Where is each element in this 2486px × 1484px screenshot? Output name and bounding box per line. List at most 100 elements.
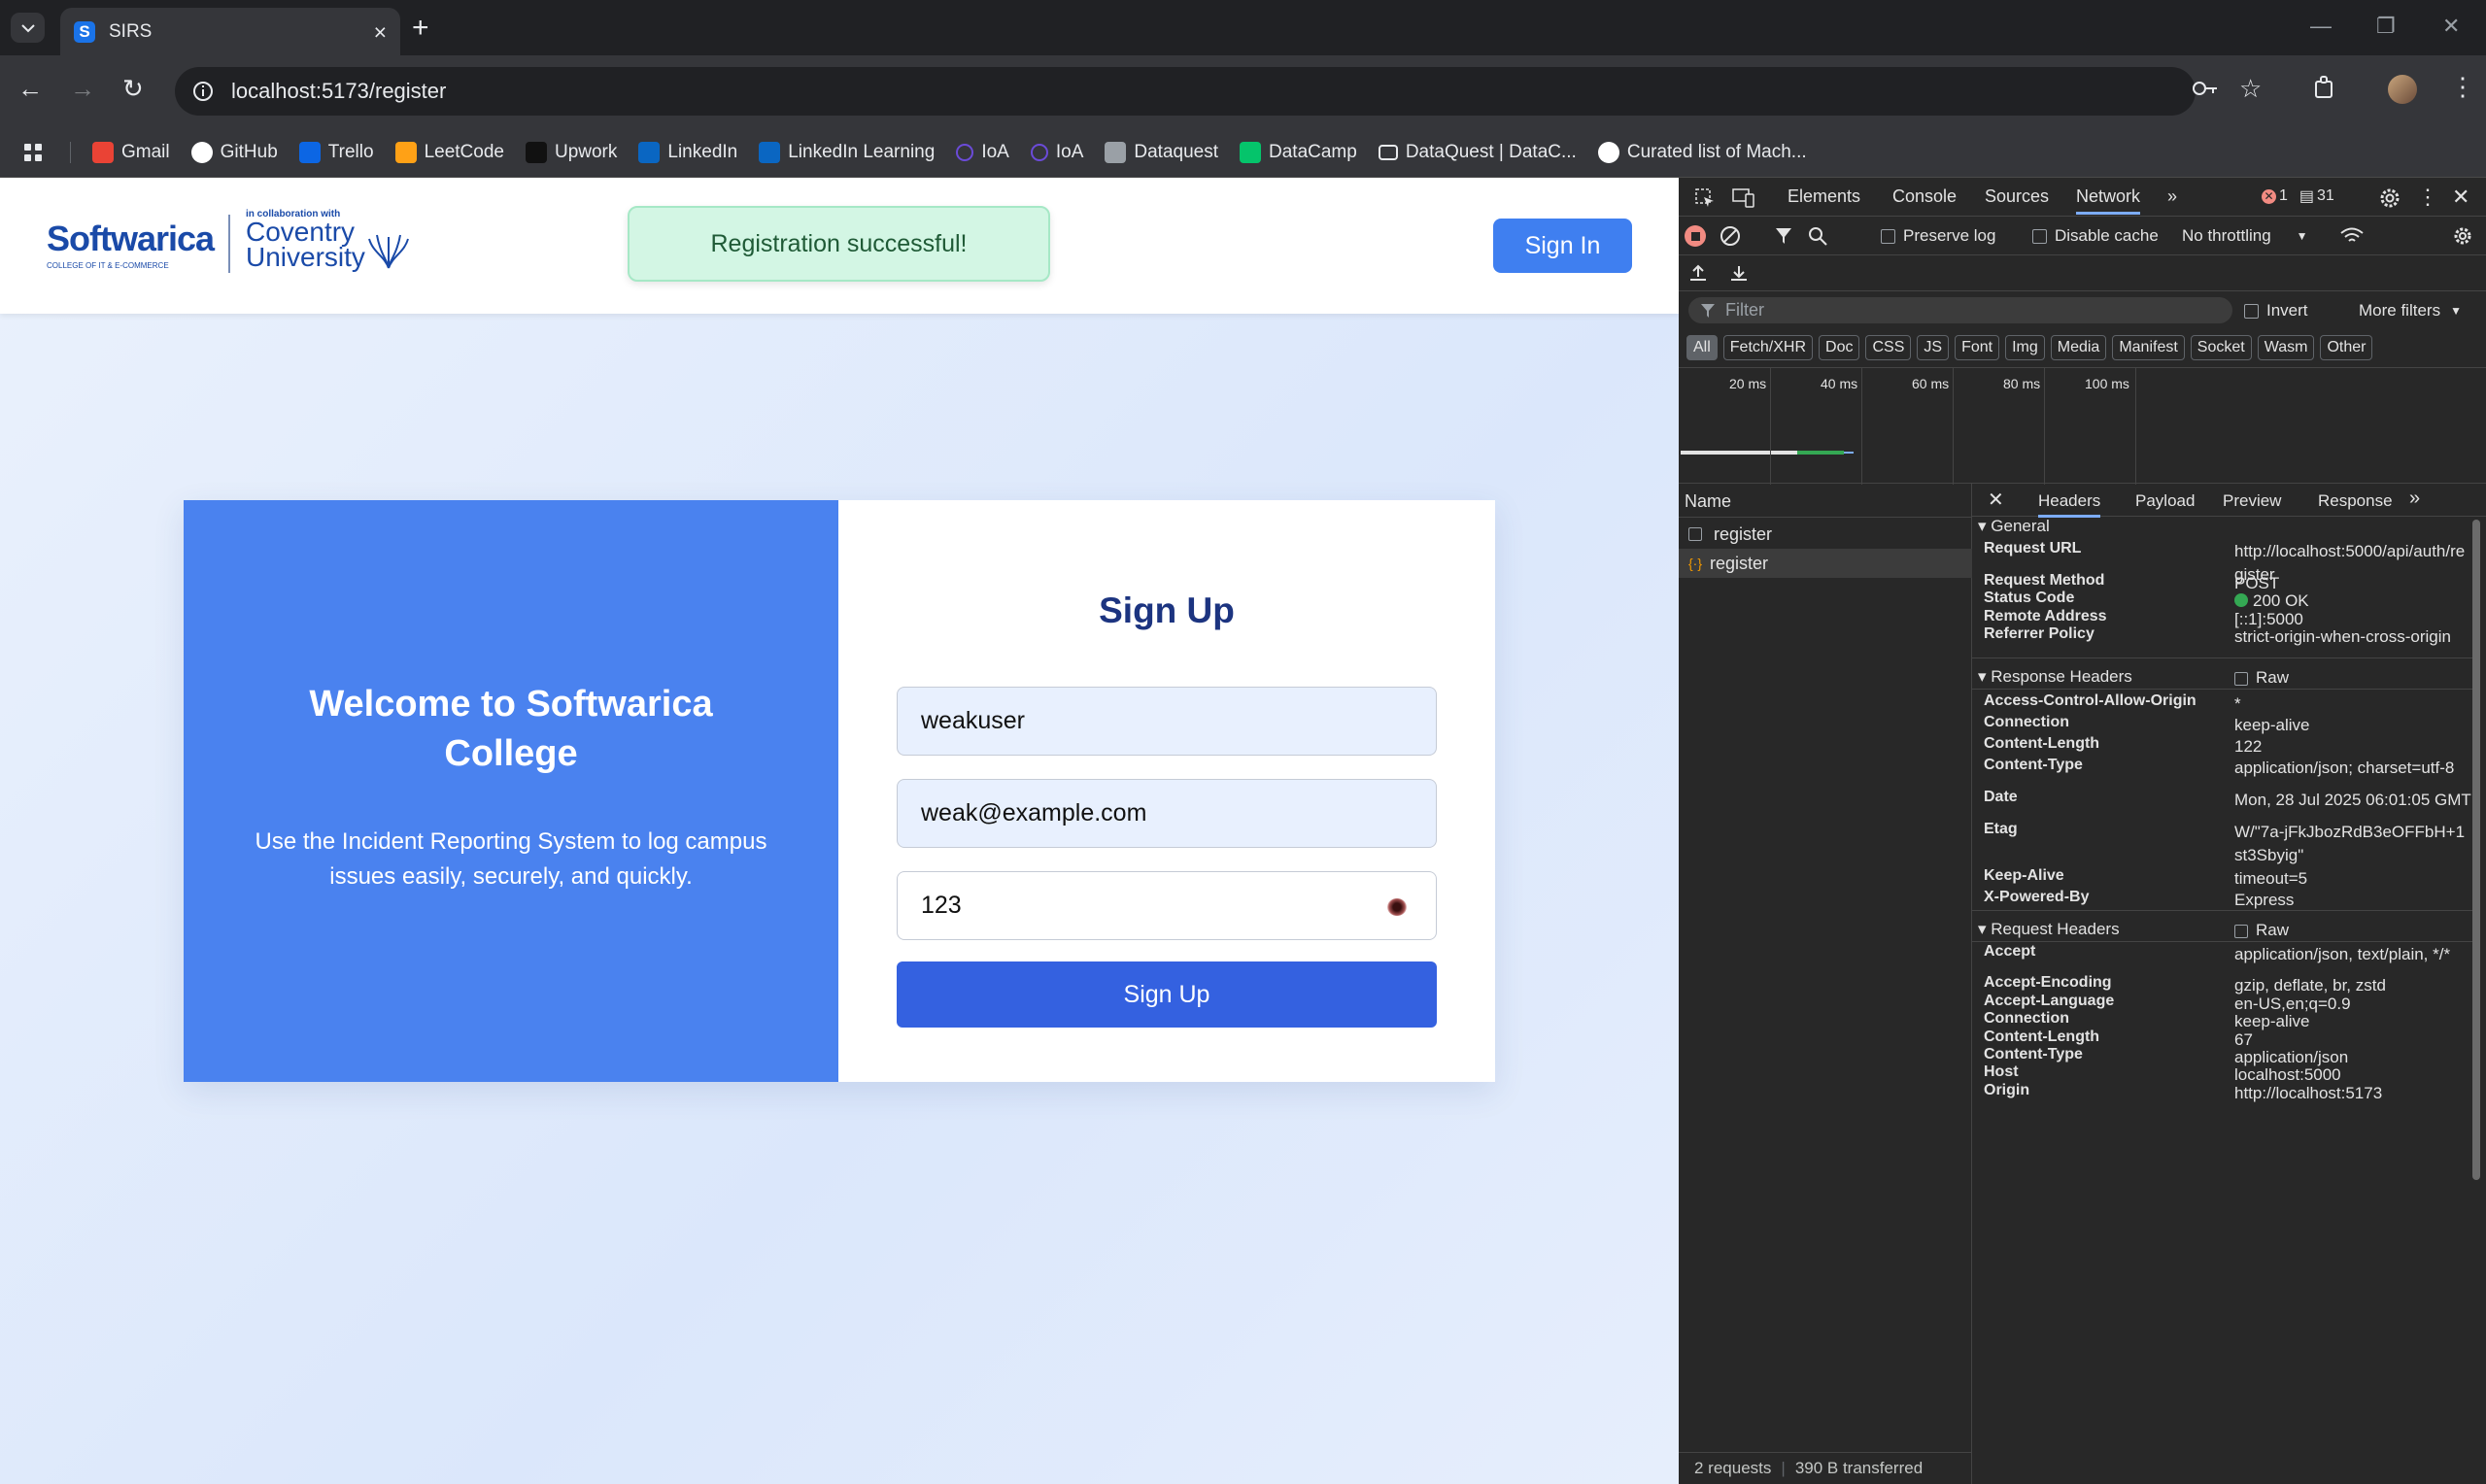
tab-elements[interactable]: Elements (1788, 186, 1860, 207)
bookmark-item[interactable]: Curated list of Mach... (1597, 141, 1807, 163)
request-row-document[interactable]: register (1679, 520, 1972, 549)
raw-toggle[interactable]: Raw (2234, 921, 2289, 940)
filter-type-chip[interactable]: Socket (2190, 335, 2252, 360)
filter-type-chip[interactable]: Fetch/XHR (1722, 335, 1814, 360)
bookmark-item[interactable]: IoA (956, 142, 1009, 163)
device-toolbar-icon[interactable] (1732, 187, 1755, 209)
site-info-icon[interactable] (192, 81, 214, 102)
network-settings-gear-icon[interactable] (2452, 225, 2473, 247)
apps-icon[interactable] (23, 143, 43, 162)
close-devtools-icon[interactable]: ✕ (2452, 185, 2469, 210)
filter-type-chip[interactable]: Font (1955, 335, 2000, 360)
close-tab-icon[interactable]: × (374, 19, 387, 46)
error-counter[interactable]: ✕ 1 ▤ 31 (2262, 186, 2334, 206)
network-toolbar: Preserve log Disable cache No throttling… (1679, 217, 2486, 255)
sign-up-button[interactable]: Sign Up (897, 961, 1437, 1028)
header-value-text: timeout=5 (2234, 869, 2308, 888)
section-request-headers[interactable]: ▾ Request Headers (1978, 920, 2120, 939)
profile-avatar[interactable] (2388, 75, 2417, 104)
new-tab-button[interactable]: + (412, 12, 429, 45)
browser-menu-icon[interactable]: ⋮ (2450, 72, 2475, 102)
bookmark-item[interactable]: Upwork (525, 141, 618, 163)
bookmark-item[interactable]: LinkedIn (638, 141, 737, 163)
browser-tab[interactable]: S SIRS × (60, 8, 400, 56)
close-window-icon[interactable]: ✕ (2442, 14, 2460, 39)
filter-type-chip[interactable]: Doc (1819, 335, 1860, 360)
tab-network[interactable]: Network (2076, 186, 2141, 215)
import-har-icon[interactable] (1688, 263, 1708, 283)
reload-icon[interactable]: ↻ (122, 74, 144, 104)
username-input[interactable]: weakuser (897, 687, 1437, 756)
more-filters-dropdown[interactable]: More filters ▼ (2359, 301, 2462, 320)
network-conditions-wifi-icon[interactable] (2339, 226, 2365, 246)
extensions-icon[interactable] (2312, 75, 2337, 100)
section-title: Response Headers (1991, 667, 2132, 686)
preserve-log-checkbox[interactable]: Preserve log (1881, 226, 1995, 246)
more-tabs-icon[interactable]: » (2167, 186, 2177, 207)
datacamp-icon (1240, 141, 1261, 163)
filter-type-chip[interactable]: CSS (1865, 335, 1912, 360)
bookmark-item[interactable]: IoA (1030, 142, 1083, 163)
bookmark-label: GitHub (220, 141, 278, 162)
bookmark-item[interactable]: LeetCode (394, 141, 504, 163)
devtools-menu-icon[interactable]: ⋮ (2417, 185, 2438, 210)
timeline-label: 60 ms (1912, 376, 1950, 391)
show-password-eye-icon[interactable] (1387, 898, 1407, 916)
tab-headers[interactable]: Headers (2038, 491, 2101, 518)
minimize-icon[interactable]: — (2310, 14, 2332, 39)
bookmark-label: IoA (981, 141, 1009, 162)
filter-type-chip[interactable]: Wasm (2257, 335, 2315, 360)
back-icon[interactable]: ← (17, 74, 43, 104)
tab-response[interactable]: Response (2318, 491, 2393, 511)
record-stop-icon[interactable] (1685, 225, 1706, 247)
filter-type-chip[interactable]: JS (1917, 335, 1950, 360)
tab-preview[interactable]: Preview (2223, 491, 2281, 511)
filter-type-chip[interactable]: Other (2320, 335, 2373, 360)
devtools-settings-gear-icon[interactable] (2378, 186, 2401, 210)
invert-checkbox[interactable]: Invert (2244, 301, 2308, 320)
filter-type-chip[interactable]: All (1686, 335, 1718, 360)
throttling-select[interactable]: No throttling ▼ (2182, 226, 2308, 246)
softwarica-logo[interactable]: Softwarica COLLEGE OF IT & E-COMMERCE (47, 219, 215, 270)
address-bar[interactable]: localhost:5173/register (175, 67, 2196, 116)
detail-scrollbar[interactable] (2472, 520, 2480, 1180)
bookmark-item[interactable]: LinkedIn Learning (759, 141, 935, 163)
bookmark-star-icon[interactable]: ☆ (2239, 74, 2262, 104)
bookmark-item[interactable]: DataCamp (1240, 141, 1357, 163)
inspect-element-icon[interactable] (1694, 187, 1716, 209)
bookmark-item[interactable]: Dataquest (1105, 141, 1218, 163)
header-key: Origin (1984, 1082, 2030, 1098)
sign-in-button[interactable]: Sign In (1493, 219, 1632, 273)
request-row-xhr[interactable]: {·} register (1679, 549, 1972, 578)
bookmark-item[interactable]: GitHub (190, 141, 278, 163)
password-key-icon[interactable] (2192, 79, 2219, 98)
section-general[interactable]: ▾ General (1978, 517, 2050, 536)
password-input[interactable]: 123 (897, 871, 1437, 940)
network-filter-input[interactable]: Filter (1688, 297, 2232, 323)
disable-cache-checkbox[interactable]: Disable cache (2032, 226, 2159, 246)
bookmark-label: Upwork (554, 141, 618, 162)
filter-type-chip[interactable]: Img (2005, 335, 2045, 360)
header-key: Connection (1984, 714, 2069, 730)
bookmark-item[interactable]: DataQuest | DataC... (1378, 142, 1577, 163)
tab-payload[interactable]: Payload (2135, 491, 2195, 511)
clear-log-icon[interactable] (1720, 225, 1741, 247)
forward-icon[interactable]: → (70, 74, 95, 104)
filter-type-chip[interactable]: Manifest (2112, 335, 2185, 360)
raw-toggle[interactable]: Raw (2234, 668, 2289, 688)
restore-icon[interactable]: ❐ (2376, 14, 2396, 39)
tab-console[interactable]: Console (1892, 186, 1957, 207)
email-input[interactable]: weak@example.com (897, 779, 1437, 848)
search-icon[interactable] (1807, 225, 1828, 247)
export-har-icon[interactable] (1729, 263, 1749, 283)
tab-search-button[interactable] (11, 13, 45, 43)
close-detail-icon[interactable]: ✕ (1988, 488, 2004, 512)
bookmark-item[interactable]: Gmail (92, 141, 170, 163)
section-response-headers[interactable]: ▾ Response Headers (1978, 667, 2132, 687)
tab-sources[interactable]: Sources (1985, 186, 2049, 207)
filter-funnel-icon[interactable] (1774, 226, 1793, 246)
bookmark-item[interactable]: Trello (298, 141, 374, 163)
filter-type-chip[interactable]: Media (2050, 335, 2107, 360)
header-value: keep-alive (2234, 714, 2472, 737)
more-detail-tabs-icon[interactable]: » (2409, 488, 2420, 510)
